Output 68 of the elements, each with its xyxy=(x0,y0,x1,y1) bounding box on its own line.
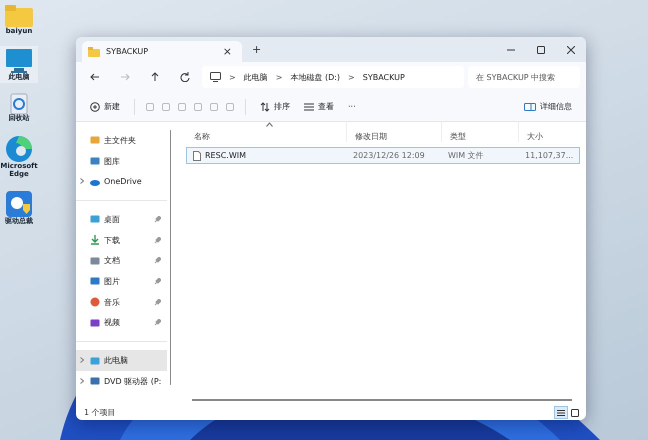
sidebar-item[interactable]: 音乐 xyxy=(76,292,168,312)
address-bar[interactable]: > 此电脑 > 本地磁盘 (D:) > SYBACKUP xyxy=(202,66,464,88)
sort-button[interactable]: 排序 xyxy=(256,99,294,114)
details-pane-icon xyxy=(524,102,536,112)
pin-icon xyxy=(154,319,162,326)
sidebar-item[interactable]: OneDrive xyxy=(76,171,168,192)
file-icon xyxy=(193,150,201,160)
up-icon[interactable] xyxy=(150,72,160,82)
search-field[interactable]: 在 SYBACKUP 中搜索 xyxy=(468,66,580,88)
list-icon xyxy=(304,102,314,112)
breadcrumb-item[interactable]: 本地磁盘 (D:) xyxy=(290,72,340,82)
sidebar-item[interactable]: 桌面 xyxy=(76,209,168,230)
view-button[interactable]: 查看 xyxy=(300,99,338,114)
file-name: RESC.WIM xyxy=(205,151,246,160)
sidebar-item[interactable]: 此电脑 xyxy=(76,350,168,371)
folder-icon xyxy=(88,46,100,56)
sidebar-item[interactable]: 图片 xyxy=(76,271,168,292)
download-icon xyxy=(90,235,100,246)
sidebar-item[interactable]: 主文件夹 xyxy=(76,130,168,151)
details-button[interactable]: 详细信息 xyxy=(520,99,576,114)
chevron-icon xyxy=(80,178,84,184)
view-toggle-button[interactable] xyxy=(568,406,582,419)
pin-icon xyxy=(154,298,162,306)
close-tab-button[interactable]: × xyxy=(218,46,236,57)
pin-icon xyxy=(154,236,162,244)
column-header[interactable]: 类型 xyxy=(441,122,518,142)
refresh-icon[interactable] xyxy=(180,72,190,82)
window-title: SYBACKUP xyxy=(106,47,150,56)
back-icon[interactable] xyxy=(90,72,100,82)
breadcrumb-separator: > xyxy=(276,72,282,82)
pin-icon xyxy=(154,216,162,223)
view-toggle-button[interactable] xyxy=(554,406,568,419)
sort-caret-icon xyxy=(266,122,273,127)
pin-icon xyxy=(154,257,162,264)
sidebar-item[interactable]: 图库 xyxy=(76,150,168,172)
monitor-icon xyxy=(5,48,33,74)
list-icon xyxy=(557,408,565,416)
new-button[interactable]: 新建 xyxy=(86,99,124,114)
breadcrumb-item[interactable]: 此电脑 xyxy=(244,72,268,82)
file-row[interactable]: RESC.WIM 2023/12/26 12:09 WIM 文件 11,107,37... xyxy=(186,147,580,164)
pin-icon xyxy=(154,278,162,285)
column-header[interactable]: 修改日期 xyxy=(346,122,441,142)
chevron-icon xyxy=(80,378,84,384)
more-button[interactable]: ··· xyxy=(344,100,360,113)
sidebar-item[interactable]: 下载 xyxy=(76,230,168,250)
table-cell-text: 11,107,37... xyxy=(524,151,574,160)
column-header[interactable]: 名称 xyxy=(186,122,346,142)
table-cell-text: WIM 文件 xyxy=(447,150,485,161)
sidebar-item[interactable]: 文档 xyxy=(76,250,168,272)
breadcrumb-separator: > xyxy=(348,72,355,82)
breadcrumb-separator: > xyxy=(229,72,236,82)
column-header[interactable]: 大小 xyxy=(518,122,578,142)
item-count: 1 个项目 xyxy=(84,407,117,418)
breadcrumb-item[interactable]: SYBACKUP xyxy=(362,72,405,82)
table-cell-text: 2023/12/26 12:09 xyxy=(352,151,426,160)
sort-icon xyxy=(260,102,270,112)
new-tab-button[interactable]: + xyxy=(248,44,266,55)
sidebar-item[interactable]: 视频 xyxy=(76,312,168,334)
close-icon[interactable] xyxy=(567,46,575,54)
monitor-icon xyxy=(210,72,221,82)
plus-circle-icon xyxy=(90,102,100,112)
window-tab[interactable]: SYBACKUP × xyxy=(82,41,242,62)
square-icon xyxy=(571,408,579,416)
sidebar-item[interactable]: DVD 驱动器 (P: xyxy=(76,370,168,392)
music-icon xyxy=(90,297,100,308)
chevron-icon xyxy=(80,357,84,364)
maximize-icon[interactable] xyxy=(537,46,545,54)
folder-icon xyxy=(5,4,33,28)
